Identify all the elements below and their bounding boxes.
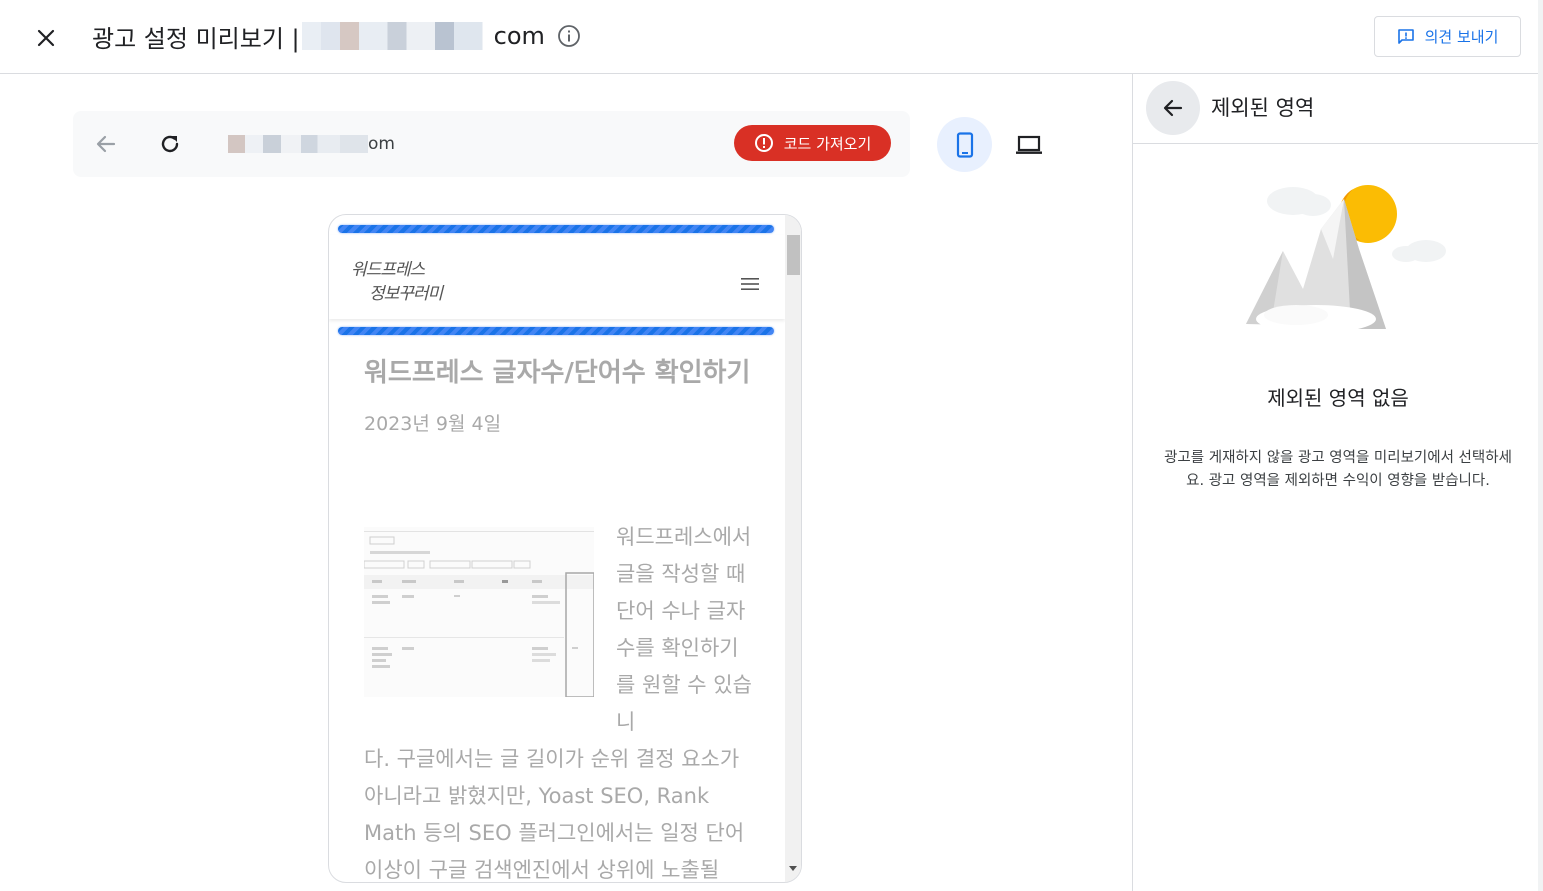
mobile-view-toggle[interactable] [937, 117, 992, 172]
site-logo-line1: 워드프레스 [351, 260, 425, 280]
error-icon [754, 134, 773, 152]
reload-icon [161, 135, 179, 153]
preview-area: om 코드 가져오기 워드프레스 정보꾸러미 워드프레스 글자수/단어수 확인하… [0, 74, 1132, 891]
excluded-areas-panel: 제외된 영역 제외된 영역 없음 광고를 게재하지 않을 광고 영역을 미리보기… [1132, 74, 1543, 891]
ad-area-highlight-top[interactable] [338, 225, 774, 233]
get-code-button[interactable]: 코드 가져오기 [734, 125, 891, 161]
empty-state-title: 제외된 영역 없음 [1267, 386, 1409, 410]
redacted-url [228, 135, 368, 153]
desktop-view-toggle[interactable] [1001, 117, 1056, 172]
ad-area-highlight-bottom[interactable] [338, 327, 774, 335]
smartphone-icon [956, 131, 973, 158]
site-header: 워드프레스 정보꾸러미 [329, 235, 785, 319]
laptop-icon [1015, 135, 1042, 154]
site-logo-line2: 정보꾸러미 [369, 284, 443, 304]
mobile-preview-frame: 워드프레스 정보꾸러미 워드프레스 글자수/단어수 확인하기 2023년 9월 … [328, 214, 802, 883]
send-feedback-label: 의견 보내기 [1424, 28, 1499, 46]
post-date: 2023년 9월 4일 [364, 413, 502, 435]
feedback-icon [1397, 28, 1414, 44]
preview-back-button[interactable] [93, 131, 119, 157]
info-icon[interactable] [557, 24, 581, 48]
window-edge [1538, 0, 1543, 891]
preview-scrollbar[interactable] [785, 215, 801, 882]
close-button[interactable] [28, 20, 64, 56]
preview-url: om [228, 131, 395, 157]
post-content: 워드프레스 글자수/단어수 확인하기 2023년 9월 4일 워드프레스에서 글… [364, 357, 754, 882]
site-preview[interactable]: 워드프레스 정보꾸러미 워드프레스 글자수/단어수 확인하기 2023년 9월 … [329, 215, 785, 882]
post-body-wrapped: 워드프레스에서 글을 작성할 때 단어 수나 글자 수를 확인하기를 원할 수 … [616, 525, 752, 734]
preview-url-suffix: om [368, 134, 395, 154]
redacted-domain [301, 22, 492, 50]
panel-title: 제외된 영역 [1211, 96, 1315, 120]
scroll-down-arrow-icon[interactable] [789, 866, 797, 871]
hamburger-menu-icon[interactable] [739, 273, 761, 295]
arrow-back-icon [1163, 99, 1183, 117]
close-icon [37, 29, 55, 47]
page-title-prefix: 광고 설정 미리보기 | [92, 24, 300, 53]
page-title: 광고 설정 미리보기 | com [92, 18, 581, 54]
site-logo[interactable]: 워드프레스 정보꾸러미 [351, 253, 471, 305]
page-title-suffix: com [493, 22, 545, 50]
empty-state-description: 광고를 게재하지 않을 광고 영역을 미리보기에서 선택하세요. 광고 영역을 … [1164, 450, 1512, 489]
arrow-back-icon [96, 135, 116, 153]
post-title: 워드프레스 글자수/단어수 확인하기 [364, 358, 751, 388]
preview-reload-button[interactable] [157, 131, 183, 157]
post-thumbnail [364, 527, 594, 697]
post-body: 다. 구글에서는 글 길이가 순위 결정 요소가 아니라고 밝혔지만, Yoas… [364, 747, 745, 882]
send-feedback-button[interactable]: 의견 보내기 [1374, 16, 1521, 57]
panel-back-button[interactable] [1146, 81, 1200, 135]
excluded-areas-header: 제외된 영역 [1133, 74, 1543, 144]
preview-url-bar: om 코드 가져오기 [73, 111, 910, 177]
top-bar: 광고 설정 미리보기 | com 의견 보내기 [0, 0, 1543, 74]
get-code-label: 코드 가져오기 [783, 134, 872, 153]
preview-scrollbar-thumb[interactable] [787, 235, 800, 275]
empty-state-illustration [1246, 185, 1446, 333]
